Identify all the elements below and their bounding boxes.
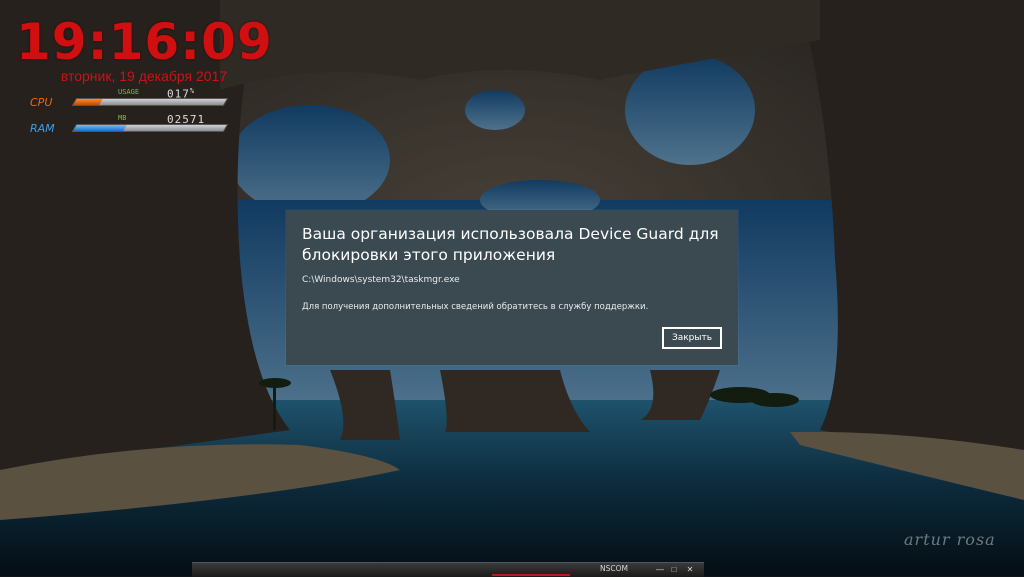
- minimize-icon[interactable]: —: [654, 564, 666, 575]
- close-icon[interactable]: ✕: [684, 564, 696, 575]
- cpu-bar: [71, 98, 229, 106]
- ram-meter: RAM MB 02571: [30, 113, 229, 136]
- dialog-title: Ваша организация использовала Device Gua…: [302, 225, 719, 264]
- artist-signature: artur rosa: [904, 530, 996, 549]
- ram-bar: [71, 124, 229, 132]
- device-guard-dialog: Ваша организация использовала Device Gua…: [286, 210, 738, 365]
- ram-caption: MB: [118, 114, 127, 122]
- dialog-info-text: Для получения дополнительных сведений об…: [302, 302, 649, 312]
- cpu-caption: USAGE: [118, 88, 140, 96]
- maximize-icon[interactable]: □: [668, 564, 680, 575]
- taskbar: NSCOM — □ ✕: [192, 562, 704, 577]
- ram-label: RAM: [30, 122, 55, 135]
- taskbar-item-nscom[interactable]: NSCOM: [600, 564, 628, 573]
- cpu-unit: %: [189, 87, 196, 95]
- blocked-app-path: C:\Windows\system32\taskmgr.exe: [302, 275, 460, 285]
- clock-date: вторник, 19 декабря 2017: [60, 68, 228, 84]
- close-button[interactable]: Закрыть: [662, 327, 722, 349]
- cpu-meter: CPU USAGE 017%: [30, 87, 229, 110]
- clock-time: 19:16:09: [16, 13, 273, 71]
- cpu-bar-fill: [73, 99, 103, 105]
- cpu-label: CPU: [30, 96, 53, 109]
- ram-bar-fill: [73, 125, 127, 131]
